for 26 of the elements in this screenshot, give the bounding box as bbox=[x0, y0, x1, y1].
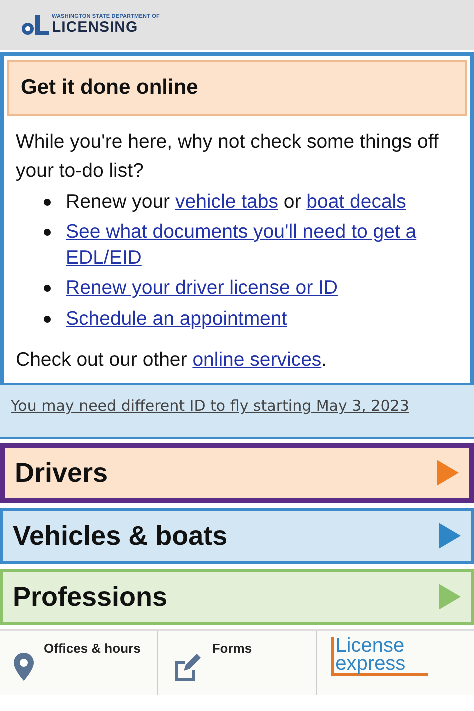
bullet-icon bbox=[44, 285, 51, 292]
text: Renew your bbox=[66, 190, 172, 212]
text: or bbox=[282, 190, 302, 212]
section-button[interactable]: Drivers bbox=[0, 443, 474, 504]
link[interactable]: See what documents you'll need to get a EDL/EID bbox=[66, 218, 458, 272]
link[interactable]: online services bbox=[192, 346, 322, 376]
section-button[interactable]: Vehicles & boats bbox=[0, 508, 474, 564]
alert-link[interactable]: You may need different ID to fly starting May 3, 2023 bbox=[11, 397, 410, 416]
text: Check out our other bbox=[16, 349, 188, 372]
link[interactable]: Schedule an appointment bbox=[66, 306, 288, 332]
offices-link[interactable]: Offices & hours bbox=[44, 641, 141, 656]
bullet-icon bbox=[44, 316, 51, 323]
link[interactable]: vehicle tabs bbox=[175, 188, 278, 215]
intro-text: While you're here, why not check some things off your to-do list? bbox=[16, 130, 440, 184]
bullet-icon bbox=[44, 228, 51, 236]
license-express-logo[interactable]: License express bbox=[330, 637, 428, 676]
card-title: Get it done online bbox=[7, 60, 467, 116]
forms-link[interactable]: Forms bbox=[212, 641, 252, 656]
link[interactable]: Renew your driver license or ID bbox=[66, 275, 338, 302]
section-button[interactable]: Professions bbox=[0, 569, 474, 626]
logo-title: LICENSING bbox=[52, 20, 140, 36]
text: . bbox=[322, 349, 328, 372]
link[interactable]: boat decals bbox=[306, 188, 406, 215]
location-pin-icon bbox=[14, 653, 34, 682]
edit-form-icon bbox=[172, 653, 202, 682]
bullet-icon bbox=[44, 198, 51, 206]
